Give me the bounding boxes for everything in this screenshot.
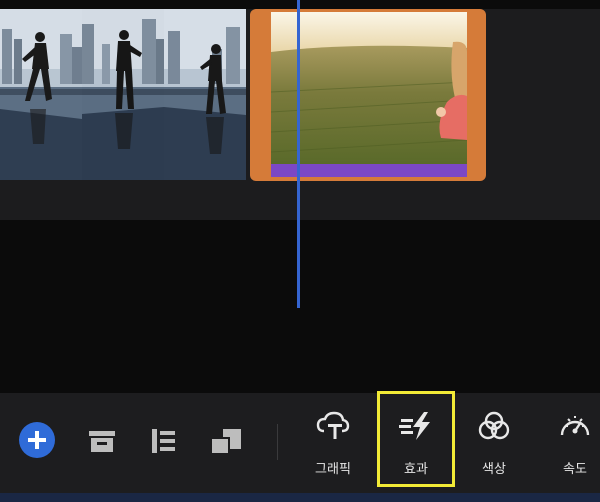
align-button[interactable] — [147, 426, 181, 460]
playhead[interactable] — [297, 0, 300, 308]
layer-icon — [209, 426, 243, 460]
audio-track-bar — [271, 164, 467, 177]
tool-color-label: 색상 — [482, 462, 506, 477]
tool-color[interactable]: 색상 — [464, 405, 524, 481]
timeline-clip-dance[interactable] — [0, 9, 246, 180]
archive-button[interactable] — [85, 426, 119, 460]
selection-highlight-box — [377, 391, 455, 487]
timeline-clip-field-selected[interactable] — [250, 9, 486, 181]
clip-frame — [0, 9, 82, 180]
add-icon — [18, 421, 56, 463]
align-left-icon — [149, 426, 179, 460]
speed-icon — [545, 409, 600, 443]
clip-thumbnail — [271, 12, 467, 164]
tool-graphic-label: 그래픽 — [315, 462, 351, 477]
toolbar-divider — [277, 424, 278, 460]
tool-graphic[interactable]: 그래픽 — [303, 405, 363, 481]
clip-frame — [82, 9, 164, 180]
tool-speed-label: 속도 — [563, 462, 587, 477]
archive-icon — [87, 426, 117, 460]
video-editor: 그래픽 효과 색상 속도 — [0, 0, 600, 502]
add-button[interactable] — [18, 421, 56, 463]
bottom-edge-bar — [0, 493, 600, 502]
color-icon — [464, 409, 524, 443]
timeline-top-strip — [0, 0, 600, 9]
clip-frame — [164, 9, 246, 180]
layer-button[interactable] — [208, 426, 244, 460]
tool-speed[interactable]: 속도 — [545, 405, 600, 481]
graphic-icon — [303, 409, 363, 443]
